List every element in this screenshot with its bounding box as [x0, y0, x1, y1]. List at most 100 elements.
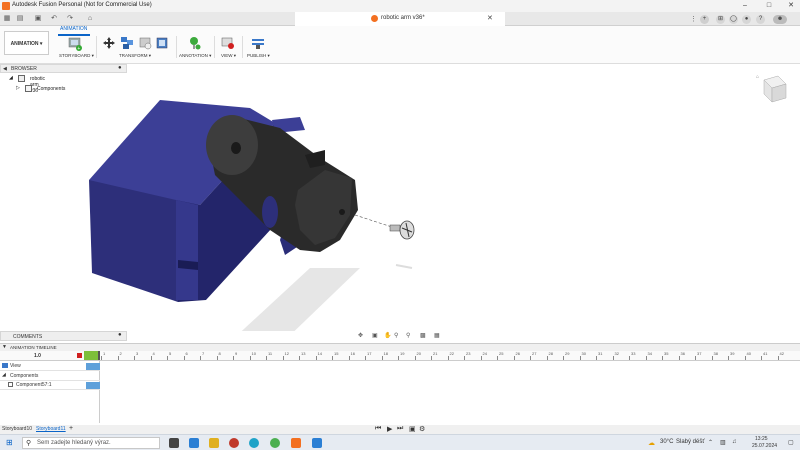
timeline-row-component[interactable]: Component57:1: [0, 381, 100, 390]
publish-video-icon[interactable]: [251, 36, 265, 50]
job-status-icon[interactable]: ◯: [729, 15, 738, 24]
tab-animation[interactable]: ANIMATION: [60, 26, 87, 32]
timeline-tick: [711, 356, 713, 360]
timeline-tick: [596, 356, 597, 360]
browser-pin-icon[interactable]: ●: [118, 65, 122, 71]
avatar[interactable]: ☻: [773, 15, 787, 24]
windows-start-icon[interactable]: ⊞: [6, 438, 13, 447]
timeline-tick: [546, 356, 548, 360]
storyboard-tab-10[interactable]: Storyboard10: [2, 426, 32, 432]
taskbar-app-icon[interactable]: [189, 438, 199, 448]
extensions-icon[interactable]: ⊞: [716, 15, 725, 24]
collapse-arrow-icon[interactable]: ◢: [2, 372, 6, 378]
view-record-icon[interactable]: [221, 36, 235, 50]
fit-icon[interactable]: ⚲: [406, 332, 410, 339]
timeline-tick-label: 23: [466, 351, 471, 356]
screw-part[interactable]: [389, 220, 415, 240]
home-icon[interactable]: ⌂: [86, 15, 94, 23]
timeline-tick: [117, 356, 119, 360]
minimize-button[interactable]: –: [738, 1, 752, 11]
skip-end-icon[interactable]: ⏭: [397, 425, 403, 433]
pan-icon[interactable]: ✋: [384, 332, 391, 339]
transform-move-icon[interactable]: [102, 36, 116, 50]
new-storyboard-icon[interactable]: +: [68, 37, 82, 51]
look-at-icon[interactable]: ▣: [372, 332, 378, 339]
clock-time[interactable]: 13:25: [755, 436, 768, 442]
viewcube[interactable]: ⌂: [752, 70, 792, 110]
playhead[interactable]: [98, 351, 100, 360]
file-explorer-icon[interactable]: [209, 438, 219, 448]
weather-temp[interactable]: 30°C: [660, 439, 673, 445]
vscode-icon[interactable]: [312, 438, 322, 448]
weather-icon[interactable]: ☁: [648, 439, 655, 447]
publish-group-label[interactable]: PUBLISH ▾: [247, 53, 270, 59]
collapse-browser-icon[interactable]: ◀: [3, 66, 7, 72]
explode-trail-line: [354, 214, 396, 229]
browser-panel-header[interactable]: ◀ BROWSER ●: [0, 64, 127, 73]
transform-explode-icon[interactable]: [120, 36, 134, 50]
workspace-switcher-button[interactable]: ANIMATION ▾: [4, 31, 49, 55]
task-view-icon[interactable]: [169, 438, 179, 448]
play-icon[interactable]: ▶: [387, 425, 392, 433]
transform-hide-icon[interactable]: [138, 36, 152, 50]
maximize-button[interactable]: □: [762, 1, 776, 11]
timeline-title: ANIMATION TIMELINE: [10, 345, 57, 350]
help-icon[interactable]: ?: [756, 15, 765, 24]
animation-timeline-header[interactable]: ▼ ANIMATION TIMELINE: [0, 343, 800, 351]
timeline-tick-label: 8: [218, 351, 221, 356]
record-icon[interactable]: [77, 353, 82, 358]
annotation-group-label[interactable]: ANNOTATION ▾: [179, 53, 211, 59]
annotation-callout-icon[interactable]: [187, 36, 201, 50]
network-icon[interactable]: ▥: [720, 439, 726, 446]
chrome-browser-icon[interactable]: [270, 438, 280, 448]
storyboard-group-label[interactable]: STORYBOARD ▾: [59, 53, 94, 59]
notifications-icon[interactable]: ●: [742, 15, 751, 24]
timeline-row-view[interactable]: View: [0, 362, 100, 371]
transform-action-block[interactable]: [86, 382, 100, 389]
close-button[interactable]: ✕: [784, 1, 798, 11]
transform-show-icon[interactable]: [155, 36, 169, 50]
edge-browser-icon[interactable]: [249, 438, 259, 448]
window-title: Autodesk Fusion Personal (Not for Commer…: [12, 2, 152, 8]
timeline-row-components[interactable]: ◢ Components: [0, 372, 100, 381]
undo-icon[interactable]: ↶: [50, 15, 58, 23]
timeline-tracks[interactable]: [0, 361, 800, 423]
notifications-center-icon[interactable]: ▢: [788, 439, 794, 446]
volume-icon[interactable]: ♫: [732, 439, 737, 445]
transform-group-label[interactable]: TRANSFORM ▾: [119, 53, 151, 59]
3d-viewport[interactable]: [0, 73, 800, 331]
collapse-timeline-icon[interactable]: ▼: [2, 344, 7, 350]
opera-browser-icon[interactable]: [229, 438, 239, 448]
comments-pin-icon[interactable]: ●: [118, 332, 122, 338]
document-tab[interactable]: robotic arm v36* ✕: [295, 12, 505, 26]
file-menu-icon[interactable]: ▤: [16, 15, 24, 23]
playback-settings-icon[interactable]: ⚙: [419, 425, 425, 433]
close-tab-icon[interactable]: ✕: [487, 14, 493, 22]
current-time-value[interactable]: 1.0: [34, 353, 41, 359]
redo-icon[interactable]: ↷: [66, 15, 74, 23]
view-action-block[interactable]: [86, 363, 100, 370]
save-icon[interactable]: ▣: [34, 15, 42, 23]
clock-date[interactable]: 25.07.2024: [752, 443, 777, 449]
new-tab-icon[interactable]: +: [700, 15, 709, 24]
fusion-taskbar-icon[interactable]: [291, 438, 301, 448]
toolbar-separator: [242, 36, 243, 58]
taskbar-search-box[interactable]: ⚲ Sem zadejte hledaný výraz.: [22, 437, 160, 449]
storyboard-tab-11[interactable]: Storyboard11: [36, 426, 66, 432]
tab-overflow-icon[interactable]: ⋮: [690, 15, 697, 23]
grid-settings-icon[interactable]: ▦: [434, 332, 440, 339]
comments-panel[interactable]: COMMENTS ●: [0, 331, 127, 341]
timeline-ruler[interactable]: 1.0 1 2 3 4 5 6 7 8 9 10 11 12 13 14 15 16 17 18 19 20 21 22 2…: [0, 351, 800, 361]
timeline-tick-label: 2: [119, 351, 122, 356]
timeline-tick-label: 4: [152, 351, 155, 356]
weather-text[interactable]: Slabý déšť: [676, 439, 705, 445]
tray-overflow-icon[interactable]: ⌃: [708, 439, 713, 446]
skip-start-icon[interactable]: ⏮: [375, 425, 381, 433]
display-settings-icon[interactable]: ▩: [420, 332, 426, 339]
add-storyboard-icon[interactable]: +: [69, 425, 73, 432]
orbit-icon[interactable]: ✥: [358, 332, 363, 339]
loop-icon[interactable]: ▣: [409, 425, 416, 433]
app-grid-icon[interactable]: ▦: [3, 15, 11, 23]
zoom-icon[interactable]: ⚲: [394, 332, 398, 339]
view-group-label[interactable]: VIEW ▾: [221, 53, 236, 59]
